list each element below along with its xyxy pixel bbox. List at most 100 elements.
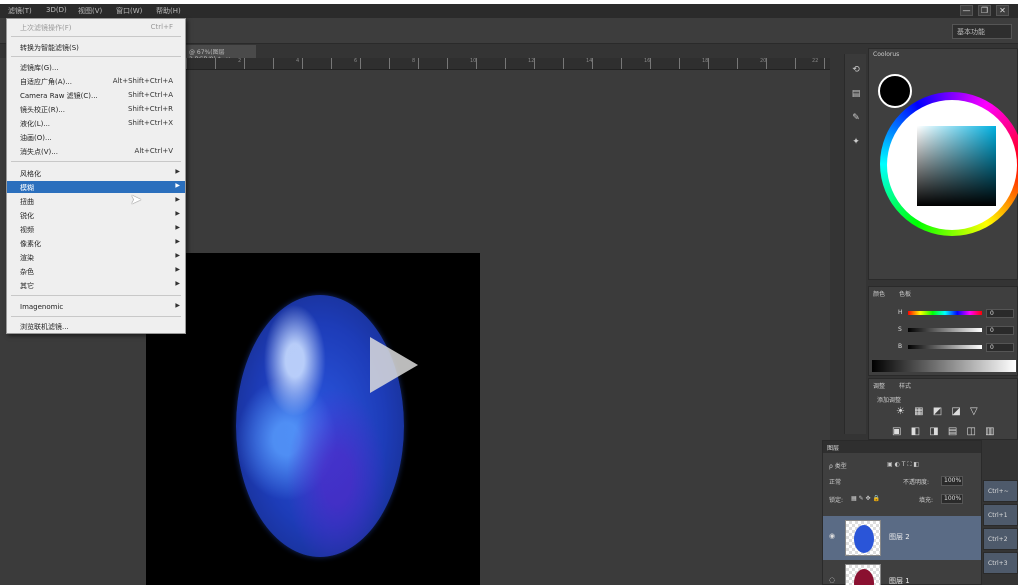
visibility-eye-icon[interactable]: ◌ [829,576,835,584]
menu-item-label: 杂色 [20,268,34,276]
ruler-tick: 18 [702,58,709,64]
hue-value[interactable]: 0 [986,309,1014,318]
lock-icons[interactable]: ▦ ✎ ✥ 🔒 [851,495,880,502]
submenu-arrow-icon: ▶ [175,238,180,245]
menu-view[interactable]: 视图(V) [78,6,102,16]
menu-item-filter-gallery[interactable]: 滤镜库(G)... [7,61,185,73]
ruler-tick: 12 [528,58,535,64]
add-adjustment-title: 添加调整 [877,397,902,404]
menu-item-noise[interactable]: 杂色 ▶ [7,265,185,277]
shortcut-ctrl-2[interactable]: Ctrl+2 [983,528,1018,550]
layer-filter-type[interactable]: ρ 类型 [829,461,847,470]
menu-item-browse-online-filters[interactable]: 浏览联机滤镜... [7,320,185,332]
menu-item-adaptive-wide-angle[interactable]: 自适应广角(A)... Alt+Shift+Ctrl+A [7,75,185,87]
saturation-value[interactable]: 0 [986,326,1014,335]
lock-label: 锁定: [829,497,844,504]
menu-item-other[interactable]: 其它 ▶ [7,279,185,291]
close-window-button[interactable]: ✕ [996,5,1009,16]
layer-name[interactable]: 图层 1 [889,576,910,585]
ruler-tick: 10 [470,58,477,64]
menu-item-label: 消失点(V)... [20,148,58,156]
menu-item-render[interactable]: 渲染 ▶ [7,251,185,263]
color-ramp[interactable] [872,360,1016,372]
menu-item-label: 视频 [20,226,34,234]
saturation-slider[interactable] [908,328,982,332]
submenu-arrow-icon: ▶ [175,252,180,259]
menu-item-imagenomic[interactable]: Imagenomic ▶ [7,301,185,313]
document-tab[interactable]: @ 67%(图层 2,RGB/8) * × [186,45,256,63]
properties-icon[interactable]: ▤ [850,88,862,100]
visibility-eye-icon[interactable]: ◉ [829,532,835,540]
menu-item-sharpen[interactable]: 锐化 ▶ [7,209,185,221]
opacity-input[interactable]: 100% [941,476,963,486]
menu-item-label: 像素化 [20,240,41,248]
brightness-value[interactable]: 0 [986,343,1014,352]
menu-item-label: 自适应广角(A)... [20,78,72,86]
brush-settings-icon[interactable]: ✎ [850,112,862,124]
layer-row-1[interactable]: ◌ 图层 1 [823,560,981,585]
panel-icon-strip: ⟲ ▤ ✎ ✦ [844,54,866,434]
brightness-slider[interactable] [908,345,982,349]
adjustment-icons-row-1[interactable]: ☀ ▦ ◩ ◪ ▽ [896,406,981,417]
menu-item-convert-smart-filter[interactable]: 转换为智能滤镜(S) [7,41,185,53]
play-icon[interactable] [370,337,418,393]
fill-label: 填充: [919,497,934,504]
saturation-value-square[interactable] [917,126,996,206]
layers-panel: 图层 ρ 类型 ▣ ◐ T ⛶ ◧ 正常 不透明度: 100% 锁定: ▦ ✎ … [822,440,982,585]
menu-separator [11,316,181,317]
menu-item-lens-correction[interactable]: 镜头校正(R)... Shift+Ctrl+R [7,103,185,115]
menu-item-distort[interactable]: 扭曲 ▶ [7,195,185,207]
ruler-tick: 2 [238,58,242,64]
layer-name[interactable]: 图层 2 [889,532,910,542]
fill-input[interactable]: 100% [941,494,963,504]
menu-item-liquify[interactable]: 液化(L)... Shift+Ctrl+X [7,117,185,129]
submenu-arrow-icon: ▶ [175,280,180,287]
layer-thumbnail-gem [854,525,874,553]
menu-item-vanishing-point[interactable]: 消失点(V)... Alt+Ctrl+V [7,145,185,157]
shortcut-label: Alt+Ctrl+V [134,147,173,155]
adjustment-icons-row-2[interactable]: ▣ ◧ ◨ ▤ ◫ ▥ [892,426,998,437]
styles-tab[interactable]: 样式 [899,381,911,390]
menu-item-last-filter: 上次滤镜操作(F) Ctrl+F [7,21,185,33]
menu-item-stylize[interactable]: 风格化 ▶ [7,167,185,179]
menu-item-oil-paint[interactable]: 油画(O)... [7,131,185,143]
menu-item-label: 油画(O)... [20,134,52,142]
shortcut-ctrl-1[interactable]: Ctrl+1 [983,504,1018,526]
workspace-switcher[interactable]: 基本功能 [952,24,1012,39]
layer-row-2[interactable]: ◉ 图层 2 [823,516,981,560]
menu-separator [11,56,181,57]
menu-3d[interactable]: 3D(D) [46,6,67,14]
opacity-label: 不透明度: [903,479,930,486]
layer-filter-icons[interactable]: ▣ ◐ T ⛶ ◧ [887,461,919,469]
blend-mode-select[interactable]: 正常 [829,477,841,486]
menu-help[interactable]: 帮助(H) [156,6,181,16]
swatches-tab[interactable]: 色板 [899,289,911,298]
restore-button[interactable]: ❐ [978,5,991,16]
menu-item-blur[interactable]: 模糊 ▶ [7,181,185,193]
layer-thumbnail [845,520,881,556]
minimize-button[interactable]: — [960,5,973,16]
menu-item-video[interactable]: 视频 ▶ [7,223,185,235]
coolorus-tab[interactable]: Coolorus [873,51,899,58]
hue-slider[interactable] [908,311,982,315]
shortcut-ctrl-tilde[interactable]: Ctrl+~ [983,480,1018,502]
document-canvas[interactable] [146,253,480,585]
menu-window[interactable]: 窗口(W) [116,6,142,16]
menu-item-label: 其它 [20,282,34,290]
tool-presets-icon[interactable]: ✦ [850,136,862,148]
adjustments-tab[interactable]: 调整 [873,381,885,390]
submenu-arrow-icon: ▶ [175,196,180,203]
layers-tab[interactable]: 图层 [827,445,839,452]
menu-filter[interactable]: 滤镜(T) [8,6,32,16]
menu-item-label: 模糊 [20,184,34,192]
submenu-arrow-icon: ▶ [175,266,180,273]
history-icon[interactable]: ⟲ [850,64,862,76]
color-tab[interactable]: 颜色 [873,289,885,298]
foreground-color-swatch[interactable] [878,74,912,108]
ruler-tick: 20 [760,58,767,64]
menu-item-label: 锐化 [20,212,34,220]
menu-item-label: 液化(L)... [20,120,51,128]
menu-item-pixelate[interactable]: 像素化 ▶ [7,237,185,249]
shortcut-ctrl-3[interactable]: Ctrl+3 [983,552,1018,574]
menu-item-camera-raw[interactable]: Camera Raw 滤镜(C)... Shift+Ctrl+A [7,89,185,101]
